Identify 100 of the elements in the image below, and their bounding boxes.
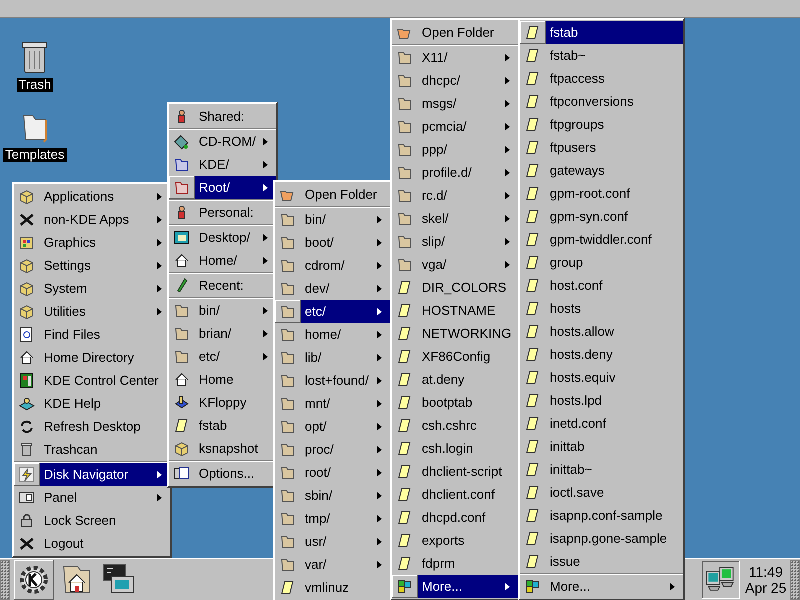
menu-item[interactable]: X11/ xyxy=(392,46,518,69)
menu-item[interactable]: bin/ xyxy=(275,208,390,231)
menu-item[interactable]: Options... xyxy=(169,462,276,485)
application-launcher-button[interactable] xyxy=(14,560,54,600)
menu-item[interactable]: csh.cshrc xyxy=(392,414,518,437)
menu-item[interactable]: lost+found/ xyxy=(275,369,390,392)
menu-item[interactable]: profile.d/ xyxy=(392,161,518,184)
menu-item[interactable]: Disk Navigator xyxy=(14,463,170,486)
menu-item[interactable]: isapnp.gone-sample xyxy=(520,527,683,550)
menu-item[interactable]: Utilities xyxy=(14,300,170,323)
menu-item[interactable]: at.deny xyxy=(392,368,518,391)
panel-handle[interactable] xyxy=(790,560,800,600)
menu-item[interactable]: Home xyxy=(169,368,276,391)
menu-item[interactable]: proc/ xyxy=(275,438,390,461)
menu-item[interactable]: etc/ xyxy=(275,300,390,323)
menu-item[interactable]: group xyxy=(520,251,683,274)
menu-item[interactable]: gpm-syn.conf xyxy=(520,205,683,228)
menu-item[interactable]: cdrom/ xyxy=(275,254,390,277)
menu-item[interactable]: XF86Config xyxy=(392,345,518,368)
menu-item[interactable]: More... xyxy=(392,575,518,598)
menu-item[interactable]: hosts.deny xyxy=(520,343,683,366)
menu-item[interactable]: vmlinuz xyxy=(275,576,390,599)
desktop-icon-label[interactable]: Templates xyxy=(3,148,67,162)
menu-item[interactable]: Graphics xyxy=(14,231,170,254)
menu-item[interactable]: Lock Screen xyxy=(14,509,170,532)
menu-item[interactable]: DIR_COLORS xyxy=(392,276,518,299)
menu-item[interactable]: boot/ xyxy=(275,231,390,254)
menu-item[interactable]: Applications xyxy=(14,185,170,208)
menu-item[interactable]: fstab~ xyxy=(520,44,683,67)
menu-item[interactable]: Root/ xyxy=(169,176,276,199)
menu-item[interactable]: dev/ xyxy=(275,277,390,300)
menu-item[interactable]: KDE/ xyxy=(169,153,276,176)
menu-item[interactable]: isapnp.conf-sample xyxy=(520,504,683,527)
menu-item[interactable]: pcmcia/ xyxy=(392,115,518,138)
menu-item[interactable]: var/ xyxy=(275,553,390,576)
menu-item[interactable]: hosts xyxy=(520,297,683,320)
menu-item[interactable]: lib/ xyxy=(275,346,390,369)
menu-item[interactable]: ksnapshot xyxy=(169,437,276,460)
menu-item[interactable]: NETWORKING xyxy=(392,322,518,345)
menu-item[interactable]: KFloppy xyxy=(169,391,276,414)
menu-item[interactable]: mnt/ xyxy=(275,392,390,415)
menu-item[interactable]: inetd.conf xyxy=(520,412,683,435)
menu-item[interactable]: fstab xyxy=(520,21,683,44)
menu-item[interactable]: ftpaccess xyxy=(520,67,683,90)
menu-item[interactable]: fstab xyxy=(169,414,276,437)
trash-can-icon[interactable] xyxy=(20,40,50,74)
menu-item[interactable]: home/ xyxy=(275,323,390,346)
menu-item[interactable]: bin/ xyxy=(169,299,276,322)
menu-item[interactable]: opt/ xyxy=(275,415,390,438)
menu-item[interactable]: System xyxy=(14,277,170,300)
menu-item[interactable]: Home Directory xyxy=(14,346,170,369)
menu-item[interactable]: skel/ xyxy=(392,207,518,230)
menu-item[interactable]: vga/ xyxy=(392,253,518,276)
menu-item[interactable]: fdprm xyxy=(392,552,518,575)
menu-item[interactable]: brian/ xyxy=(169,322,276,345)
menu-item[interactable]: inittab~ xyxy=(520,458,683,481)
menu-item[interactable]: HOSTNAME xyxy=(392,299,518,322)
menu-item[interactable]: Desktop/ xyxy=(169,226,276,249)
menu-item[interactable]: Find Files xyxy=(14,323,170,346)
menu-item[interactable]: gpm-twiddler.conf xyxy=(520,228,683,251)
menu-item[interactable]: Settings xyxy=(14,254,170,277)
menu-item[interactable]: non-KDE Apps xyxy=(14,208,170,231)
menu-item[interactable]: gpm-root.conf xyxy=(520,182,683,205)
menu-item[interactable]: csh.login xyxy=(392,437,518,460)
menu-item[interactable]: hosts.allow xyxy=(520,320,683,343)
menu-item[interactable]: host.conf xyxy=(520,274,683,297)
menu-item[interactable]: Open Folder xyxy=(392,21,518,44)
menu-item[interactable]: Trashcan xyxy=(14,438,170,461)
menu-item[interactable]: bootptab xyxy=(392,391,518,414)
menu-item[interactable]: root/ xyxy=(275,461,390,484)
desktop-icon-label[interactable]: Trash xyxy=(16,78,54,92)
menu-item[interactable]: exports xyxy=(392,529,518,552)
menu-item[interactable]: CD-ROM/ xyxy=(169,130,276,153)
menu-item[interactable]: tmp/ xyxy=(275,507,390,530)
menu-item[interactable]: dhclient-script xyxy=(392,460,518,483)
menu-item[interactable]: Refresh Desktop xyxy=(14,415,170,438)
menu-item[interactable]: More... xyxy=(520,575,683,598)
menu-item[interactable]: gateways xyxy=(520,159,683,182)
menu-item[interactable]: sbin/ xyxy=(275,484,390,507)
menu-item[interactable]: dhclient.conf xyxy=(392,483,518,506)
menu-item[interactable]: inittab xyxy=(520,435,683,458)
panel-handle[interactable] xyxy=(0,560,10,600)
menu-item[interactable]: Home/ xyxy=(169,249,276,272)
menu-item[interactable]: dhcpd.conf xyxy=(392,506,518,529)
menu-item[interactable]: etc/ xyxy=(169,345,276,368)
menu-item[interactable]: issue xyxy=(520,550,683,573)
menu-item[interactable]: dhcpc/ xyxy=(392,69,518,92)
menu-item[interactable]: ftpgroups xyxy=(520,113,683,136)
menu-item[interactable]: ppp/ xyxy=(392,138,518,161)
menu-item[interactable]: slip/ xyxy=(392,230,518,253)
menu-item[interactable]: Logout xyxy=(14,532,170,555)
menu-item[interactable]: msgs/ xyxy=(392,92,518,115)
menu-item[interactable]: KDE Control Center xyxy=(14,369,170,392)
menu-item[interactable]: KDE Help xyxy=(14,392,170,415)
menu-item[interactable]: ftpusers xyxy=(520,136,683,159)
menu-item[interactable]: Panel xyxy=(14,486,170,509)
menu-item[interactable]: usr/ xyxy=(275,530,390,553)
menu-item[interactable]: Open Folder xyxy=(275,183,390,206)
network-icon[interactable] xyxy=(702,560,740,598)
menu-item[interactable]: hosts.equiv xyxy=(520,366,683,389)
